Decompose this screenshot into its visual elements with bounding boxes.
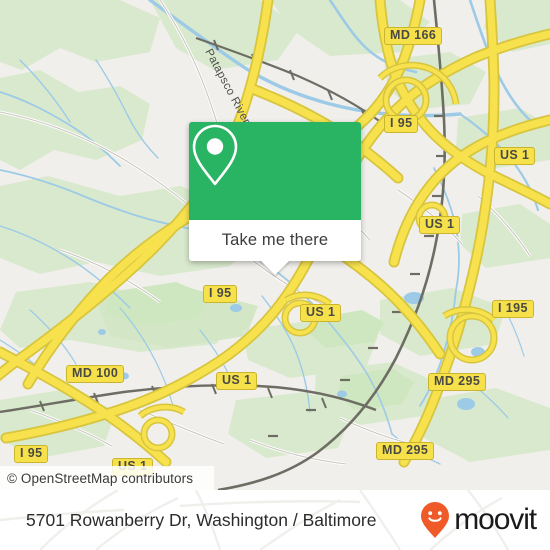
road-shield-us-1[interactable]: US 1 (216, 372, 258, 390)
map-canvas[interactable]: Patapsco River MD 166 I 95 US 1 US 1 I 9… (0, 0, 550, 490)
road-shield-md-295[interactable]: MD 295 (376, 442, 435, 460)
popup-tail (260, 260, 290, 275)
road-shield-us-1[interactable]: US 1 (419, 216, 461, 234)
road-shield-i-195[interactable]: I 195 (492, 300, 534, 318)
take-me-there-label: Take me there (221, 231, 329, 249)
road-shield-md-166[interactable]: MD 166 (384, 27, 443, 45)
road-shield-us-1[interactable]: US 1 (300, 304, 342, 322)
attribution-text: © OpenStreetMap contributors (7, 470, 194, 486)
moovit-wordmark: moovit (454, 503, 537, 536)
moovit-logo[interactable]: moovit (419, 490, 537, 550)
road-shield-md-100[interactable]: MD 100 (66, 365, 125, 383)
road-shield-i-95[interactable]: I 95 (203, 285, 238, 303)
popup-header (189, 122, 361, 220)
road-shield-i-95[interactable]: I 95 (14, 445, 49, 463)
address-bar: 5701 Rowanberry Dr, Washington / Baltimo… (26, 490, 377, 550)
moovit-smiley-pin-icon (421, 502, 450, 538)
footer-bar: 5701 Rowanberry Dr, Washington / Baltimo… (0, 490, 550, 550)
location-popup[interactable]: Take me there (189, 122, 361, 275)
map-pin-icon (192, 124, 238, 186)
take-me-there-button[interactable]: Take me there (189, 220, 361, 261)
road-shield-i-95[interactable]: I 95 (384, 115, 419, 133)
map-attribution[interactable]: © OpenStreetMap contributors (0, 466, 214, 490)
road-shield-md-295[interactable]: MD 295 (428, 373, 487, 391)
moovit-map-screen: Patapsco River MD 166 I 95 US 1 US 1 I 9… (0, 0, 550, 550)
road-shield-us-1[interactable]: US 1 (494, 147, 536, 165)
address-text: 5701 Rowanberry Dr, Washington / Baltimo… (26, 509, 377, 530)
